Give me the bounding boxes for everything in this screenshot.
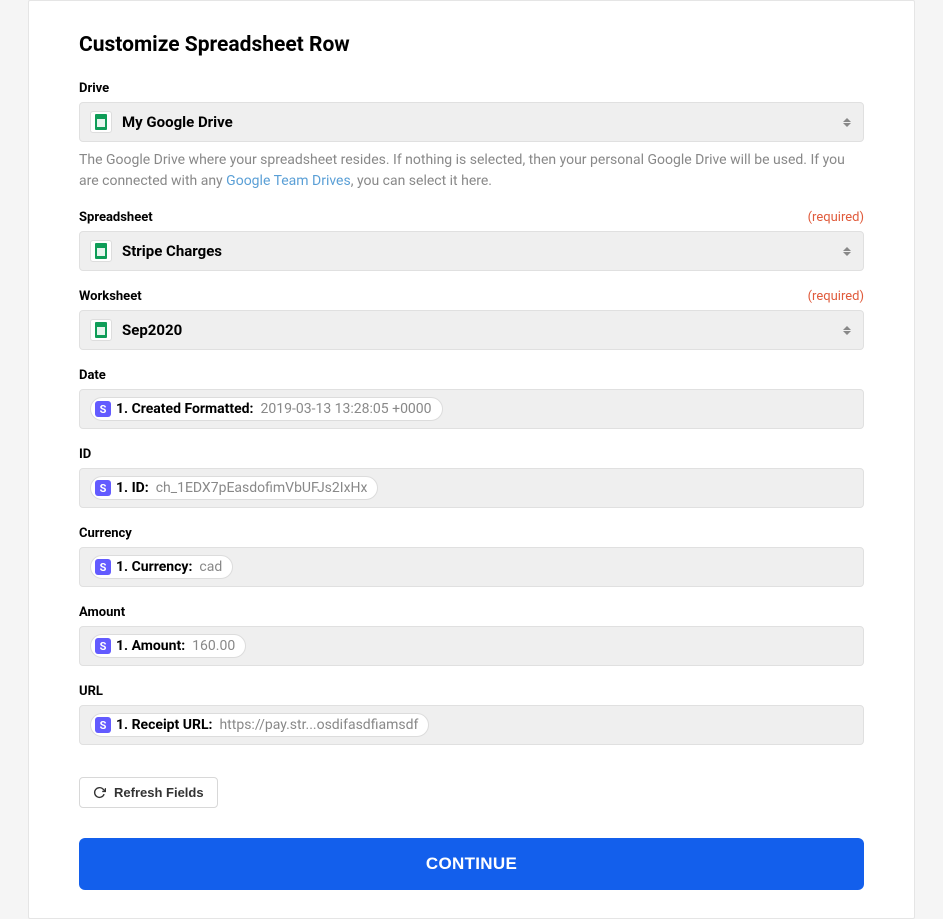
spreadsheet-label: Spreadsheet: [79, 210, 153, 225]
continue-button[interactable]: CONTINUE: [79, 838, 864, 890]
amount-input[interactable]: S 1. Amount: 160.00: [79, 626, 864, 666]
worksheet-field-group: Worksheet (required) Sep2020: [79, 289, 864, 350]
url-pill-value: https://pay.str...osdifasdfiamsdf: [219, 717, 418, 733]
id-field-group: ID S 1. ID: ch_1EDX7pEasdofimVbUFJs2IxHx: [79, 447, 864, 508]
refresh-fields-button[interactable]: Refresh Fields: [79, 777, 218, 808]
google-sheets-icon: [90, 319, 112, 341]
amount-pill[interactable]: S 1. Amount: 160.00: [90, 634, 246, 658]
currency-pill-value: cad: [199, 559, 222, 575]
date-field-group: Date S 1. Created Formatted: 2019-03-13 …: [79, 368, 864, 429]
amount-pill-value: 160.00: [192, 638, 235, 654]
currency-field-group: Currency S 1. Currency: cad: [79, 526, 864, 587]
id-input[interactable]: S 1. ID: ch_1EDX7pEasdofimVbUFJs2IxHx: [79, 468, 864, 508]
amount-label: Amount: [79, 605, 125, 620]
worksheet-required: (required): [808, 289, 864, 304]
url-label: URL: [79, 684, 103, 699]
form-card: Customize Spreadsheet Row Drive My Googl…: [28, 0, 915, 919]
drive-field-group: Drive My Google Drive The Google Drive w…: [79, 81, 864, 192]
url-pill[interactable]: S 1. Receipt URL: https://pay.str...osdi…: [90, 713, 429, 737]
date-label: Date: [79, 368, 106, 383]
spreadsheet-required: (required): [808, 210, 864, 225]
team-drives-link[interactable]: Google Team Drives: [226, 173, 351, 189]
date-pill-label: 1. Created Formatted:: [116, 401, 254, 417]
amount-pill-label: 1. Amount:: [116, 638, 185, 654]
worksheet-value: Sep2020: [122, 321, 853, 339]
date-input[interactable]: S 1. Created Formatted: 2019-03-13 13:28…: [79, 389, 864, 429]
id-label: ID: [79, 447, 91, 462]
id-pill-value: ch_1EDX7pEasdofimVbUFJs2IxHx: [156, 480, 368, 496]
drive-label: Drive: [79, 81, 109, 96]
stripe-icon: S: [95, 559, 111, 575]
url-pill-label: 1. Receipt URL:: [116, 717, 212, 733]
url-field-group: URL S 1. Receipt URL: https://pay.str...…: [79, 684, 864, 745]
chevron-updown-icon: [843, 118, 851, 127]
page-title: Customize Spreadsheet Row: [79, 1, 864, 81]
id-pill[interactable]: S 1. ID: ch_1EDX7pEasdofimVbUFJs2IxHx: [90, 476, 378, 500]
chevron-updown-icon: [843, 247, 851, 256]
amount-field-group: Amount S 1. Amount: 160.00: [79, 605, 864, 666]
chevron-updown-icon: [843, 326, 851, 335]
refresh-fields-label: Refresh Fields: [114, 785, 204, 800]
stripe-icon: S: [95, 717, 111, 733]
stripe-icon: S: [95, 480, 111, 496]
currency-input[interactable]: S 1. Currency: cad: [79, 547, 864, 587]
stripe-icon: S: [95, 638, 111, 654]
worksheet-label: Worksheet: [79, 289, 142, 304]
drive-select[interactable]: My Google Drive: [79, 102, 864, 142]
spreadsheet-field-group: Spreadsheet (required) Stripe Charges: [79, 210, 864, 271]
drive-help-text: The Google Drive where your spreadsheet …: [79, 150, 864, 192]
stripe-icon: S: [95, 401, 111, 417]
refresh-icon: [93, 786, 106, 799]
currency-label: Currency: [79, 526, 132, 541]
worksheet-select[interactable]: Sep2020: [79, 310, 864, 350]
currency-pill[interactable]: S 1. Currency: cad: [90, 555, 233, 579]
google-sheets-icon: [90, 111, 112, 133]
date-pill[interactable]: S 1. Created Formatted: 2019-03-13 13:28…: [90, 397, 443, 421]
currency-pill-label: 1. Currency:: [116, 559, 192, 575]
spreadsheet-value: Stripe Charges: [122, 242, 853, 260]
url-input[interactable]: S 1. Receipt URL: https://pay.str...osdi…: [79, 705, 864, 745]
spreadsheet-select[interactable]: Stripe Charges: [79, 231, 864, 271]
date-pill-value: 2019-03-13 13:28:05 +0000: [261, 401, 432, 417]
drive-help-after: , you can select it here.: [351, 173, 492, 189]
drive-value: My Google Drive: [122, 113, 853, 131]
google-sheets-icon: [90, 240, 112, 262]
id-pill-label: 1. ID:: [116, 480, 149, 496]
